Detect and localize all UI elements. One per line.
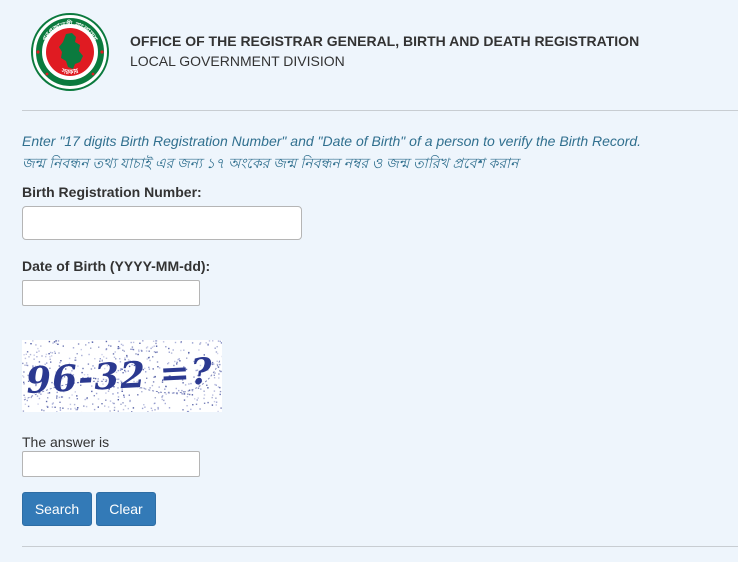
clear-button[interactable]: Clear (96, 492, 156, 526)
instruction-english: Enter "17 digits Birth Registration Numb… (22, 133, 642, 149)
date-of-birth-label: Date of Birth (YYYY-MM-dd): (22, 258, 211, 274)
captcha-image: 96-32 =? (22, 340, 222, 412)
divider-bottom (22, 546, 738, 547)
birth-registration-number-label: Birth Registration Number: (22, 184, 202, 200)
org-title: OFFICE OF THE REGISTRAR GENERAL, BIRTH A… (130, 33, 640, 49)
org-subtitle: LOCAL GOVERNMENT DIVISION (130, 53, 345, 69)
search-button[interactable]: Search (22, 492, 92, 526)
divider-top (22, 110, 738, 111)
date-of-birth-input[interactable] (22, 280, 200, 306)
page-header: গণপ্রজাতন্ত্রী বাংলাদেশ সরকার OFFICE OF … (0, 0, 738, 110)
government-seal-icon: গণপ্রজাতন্ত্রী বাংলাদেশ সরকার (31, 13, 109, 91)
captcha-answer-input[interactable] (22, 451, 200, 477)
birth-registration-number-input[interactable] (22, 206, 302, 240)
instruction-bangla: জন্ম নিবন্ধন তথ্য যাচাই এর জন্য ১৭ অংকের… (22, 155, 519, 171)
captcha-answer-label: The answer is (22, 434, 110, 450)
